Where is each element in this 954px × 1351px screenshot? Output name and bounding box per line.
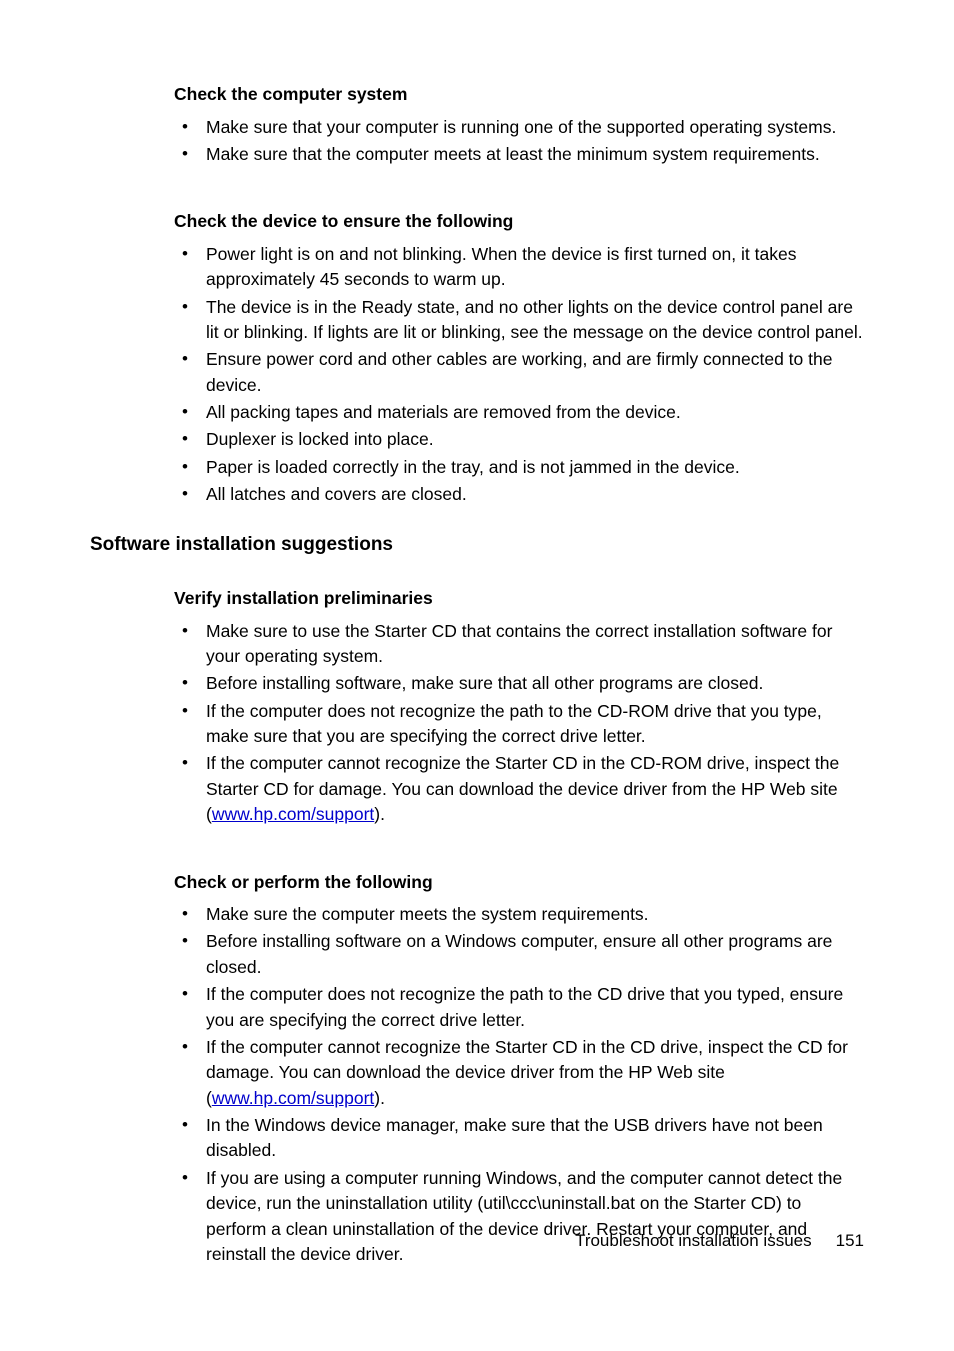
list-item: Paper is loaded correctly in the tray, a… (174, 455, 864, 480)
document-page: Check the computer system Make sure that… (0, 0, 954, 1351)
list-item: If the computer does not recognize the p… (174, 699, 864, 750)
check-perform-list: Make sure the computer meets the system … (174, 902, 864, 1267)
verify-preliminaries-block: Verify installation preliminaries Make s… (174, 586, 864, 828)
list-item: Before installing software, make sure th… (174, 671, 864, 696)
page-footer: Troubleshoot installation issues 151 (575, 1231, 864, 1251)
list-item: If the computer does not recognize the p… (174, 982, 864, 1033)
verify-preliminaries-heading: Verify installation preliminaries (174, 586, 864, 611)
list-item: In the Windows device manager, make sure… (174, 1113, 864, 1164)
link-line-a: www.hp.com/ (212, 1088, 316, 1108)
page-number: 151 (836, 1231, 864, 1250)
check-computer-heading: Check the computer system (174, 82, 864, 107)
list-item: If the computer cannot recognize the Sta… (174, 751, 864, 827)
text-fragment: ). (374, 804, 385, 824)
check-device-heading: Check the device to ensure the following (174, 209, 864, 234)
list-item: The device is in the Ready state, and no… (174, 295, 864, 346)
list-item: Ensure power cord and other cables are w… (174, 347, 864, 398)
hp-support-link[interactable]: www.hp.com/support (212, 804, 374, 824)
list-item: Make sure to use the Starter CD that con… (174, 619, 864, 670)
list-item: Duplexer is locked into place. (174, 427, 864, 452)
list-item: Make sure that your computer is running … (174, 115, 864, 140)
list-item: All latches and covers are closed. (174, 482, 864, 507)
check-perform-block: Check or perform the following Make sure… (174, 870, 864, 1268)
list-item: Power light is on and not blinking. When… (174, 242, 864, 293)
software-section-heading: Software installation suggestions (90, 532, 864, 559)
check-computer-system-block: Check the computer system Make sure that… (174, 82, 864, 167)
list-item: Make sure the computer meets the system … (174, 902, 864, 927)
check-device-block: Check the device to ensure the following… (174, 209, 864, 507)
link-line-b: support (316, 1088, 374, 1108)
list-item: All packing tapes and materials are remo… (174, 400, 864, 425)
check-computer-list: Make sure that your computer is running … (174, 115, 864, 168)
footer-label: Troubleshoot installation issues (575, 1231, 812, 1250)
list-item: If the computer cannot recognize the Sta… (174, 1035, 864, 1111)
list-item: Make sure that the computer meets at lea… (174, 142, 864, 167)
list-item: Before installing software on a Windows … (174, 929, 864, 980)
list-item: If you are using a computer running Wind… (174, 1166, 864, 1268)
check-device-list: Power light is on and not blinking. When… (174, 242, 864, 508)
hp-support-link[interactable]: www.hp.com/support (212, 1088, 374, 1108)
verify-preliminaries-list: Make sure to use the Starter CD that con… (174, 619, 864, 828)
text-fragment: ). (374, 1088, 385, 1108)
check-perform-heading: Check or perform the following (174, 870, 864, 895)
